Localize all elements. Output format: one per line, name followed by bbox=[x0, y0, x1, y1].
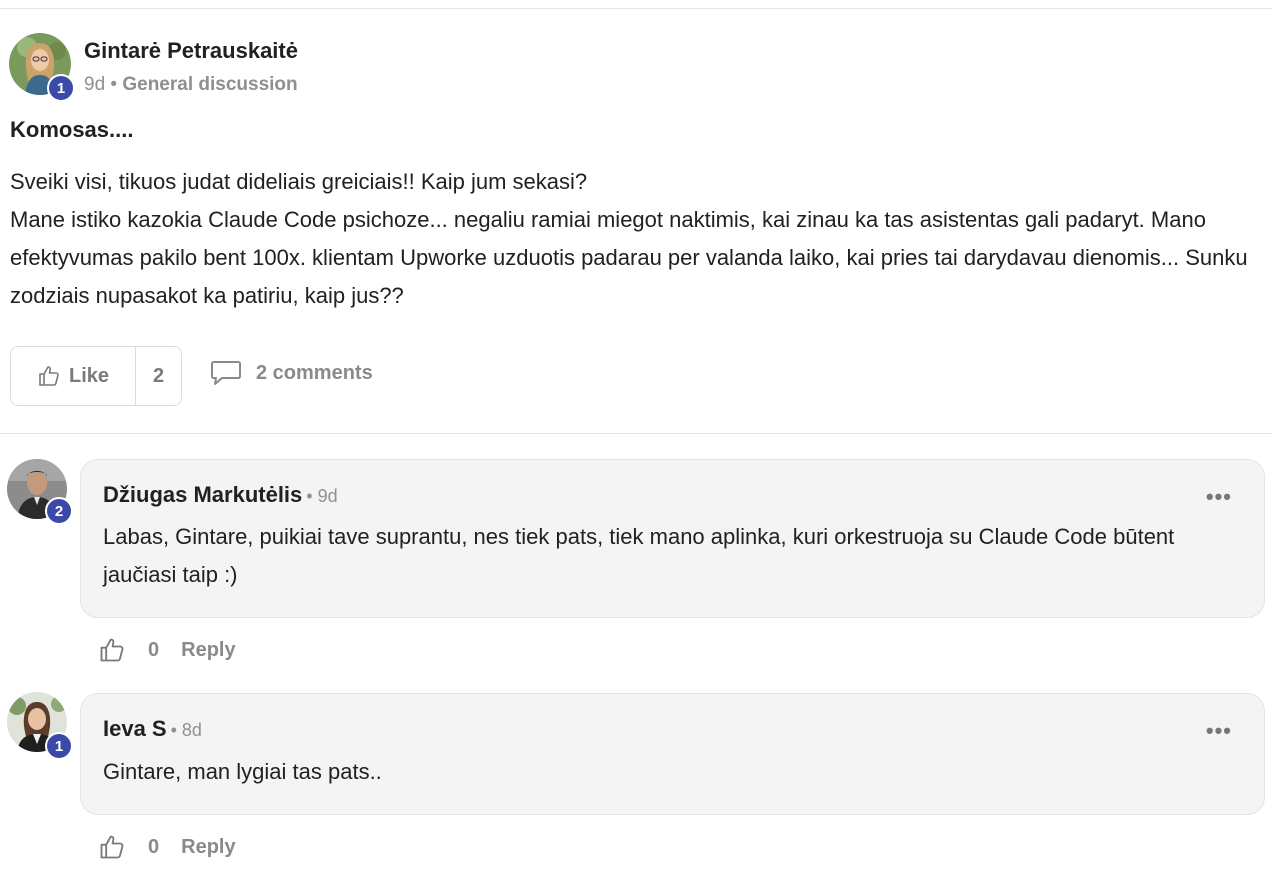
post-title: Komosas.... bbox=[10, 117, 134, 142]
comment-text: Gintare, man lygiai tas pats.. bbox=[103, 759, 382, 784]
reply-button[interactable]: Reply bbox=[181, 836, 235, 859]
comment-text: Labas, Gintare, puikiai tave suprantu, n… bbox=[103, 524, 1175, 587]
post-body-line: Mane istiko kazokia Claude Code psichoze… bbox=[10, 207, 1248, 308]
post-body-line: Sveiki visi, tikuos judat dideliais grei… bbox=[10, 169, 588, 194]
comment-time: • 9d bbox=[306, 486, 338, 506]
comment-author-name[interactable]: Ieva S bbox=[103, 716, 167, 741]
comment-author-line: Ieva S • 8d bbox=[103, 716, 202, 742]
post-author-avatar[interactable]: 1 bbox=[9, 33, 75, 102]
comment-more-menu-button[interactable]: ••• bbox=[1206, 718, 1232, 744]
post-author-name[interactable]: Gintarė Petrauskaitė bbox=[84, 38, 298, 64]
comment-author-avatar[interactable]: 1 bbox=[7, 692, 73, 760]
comment-author-avatar[interactable]: 2 bbox=[7, 459, 73, 525]
post-comments-divider bbox=[0, 433, 1272, 434]
comment-author-name[interactable]: Džiugas Markutėlis bbox=[103, 482, 302, 507]
top-divider bbox=[0, 8, 1272, 9]
post-like-control: Like 2 bbox=[10, 346, 182, 406]
post-body: Sveiki visi, tikuos judat dideliais grei… bbox=[10, 163, 1260, 315]
comment-actions: 0 Reply bbox=[98, 833, 236, 861]
like-label: Like bbox=[68, 364, 110, 387]
post-age: 9d bbox=[84, 74, 106, 95]
like-button[interactable]: Like bbox=[11, 347, 136, 405]
comment-more-menu-button[interactable]: ••• bbox=[1206, 484, 1232, 510]
thumbs-up-icon bbox=[39, 366, 59, 386]
comment-like-count: 0 bbox=[148, 835, 160, 858]
thumbs-up-icon[interactable] bbox=[98, 833, 126, 861]
thumbs-up-icon[interactable] bbox=[98, 636, 126, 664]
comment-like-count: 0 bbox=[148, 638, 160, 661]
comment-bubble: Džiugas Markutėlis • 9d ••• Labas, Gintar… bbox=[80, 459, 1265, 618]
comment-author-line: Džiugas Markutėlis • 9d bbox=[103, 482, 338, 508]
post-meta: 9d • General discussion bbox=[84, 74, 298, 96]
reply-button[interactable]: Reply bbox=[181, 639, 235, 662]
comments-count-label: 2 comments bbox=[256, 361, 373, 384]
post-category-link[interactable]: General discussion bbox=[122, 74, 297, 95]
member-level-badge: 1 bbox=[47, 74, 75, 102]
member-level-badge: 2 bbox=[45, 497, 73, 525]
like-count[interactable]: 2 bbox=[136, 347, 181, 405]
comment-bubble: Ieva S • 8d ••• Gintare, man lygiai tas p… bbox=[80, 693, 1265, 815]
comments-button[interactable]: 2 comments bbox=[210, 360, 373, 386]
meta-separator: • bbox=[110, 74, 118, 95]
comment-actions: 0 Reply bbox=[98, 636, 236, 664]
member-level-badge: 1 bbox=[45, 732, 73, 760]
comment-bubble-icon bbox=[211, 361, 241, 385]
comment-time: • 8d bbox=[170, 720, 202, 740]
